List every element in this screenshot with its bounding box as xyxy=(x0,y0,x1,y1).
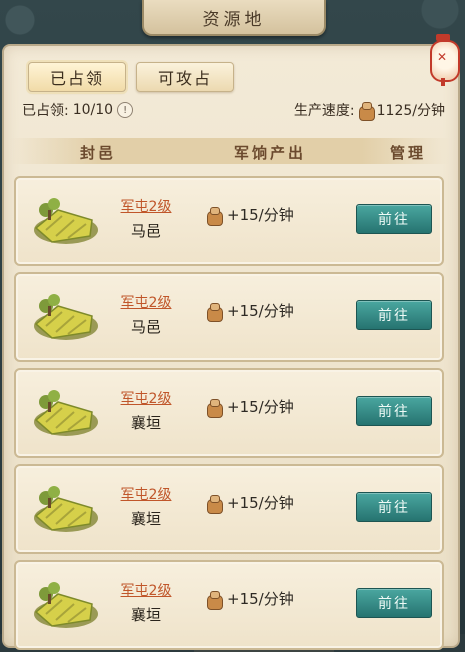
go-button[interactable]: 前往 xyxy=(356,588,432,618)
fief-level[interactable]: 军屯2级 xyxy=(114,292,178,312)
fief-name: 马邑 xyxy=(130,318,161,336)
fief-name: 襄垣 xyxy=(130,414,161,432)
output-value: +15/分钟 xyxy=(227,494,294,512)
table-header xyxy=(10,138,450,164)
speed-value: 1125/分钟 xyxy=(376,103,445,119)
fief-name: 马邑 xyxy=(130,222,161,240)
farmland-terrain-icon xyxy=(34,390,98,436)
coin-sack-icon xyxy=(206,206,223,226)
output-cell: +15/分钟 xyxy=(206,492,294,514)
fief-row: 军屯2级 马邑 +15/分钟 前往 xyxy=(14,272,444,362)
column-header-manage: 管理 xyxy=(390,144,427,162)
fief-level[interactable]: 军屯2级 xyxy=(114,484,178,504)
go-button[interactable]: 前往 xyxy=(356,396,432,426)
speed-label: 生产速度: xyxy=(293,103,355,119)
coin-sack-icon xyxy=(358,101,375,121)
tab-attackable[interactable]: 可攻占 xyxy=(136,62,234,92)
output-value: +15/分钟 xyxy=(227,302,294,320)
coin-sack-icon xyxy=(206,494,223,514)
go-button[interactable]: 前往 xyxy=(356,204,432,234)
fief-name: 襄垣 xyxy=(130,606,161,624)
occupied-label: 已占领: xyxy=(22,103,69,119)
go-button[interactable]: 前往 xyxy=(356,300,432,330)
go-button[interactable]: 前往 xyxy=(356,492,432,522)
occupied-summary: 已占领: 10/10 ! xyxy=(22,100,134,120)
output-cell: +15/分钟 xyxy=(206,396,294,418)
farmland-terrain-icon xyxy=(34,198,98,244)
coin-sack-icon xyxy=(206,302,223,322)
window-title: 资源地 xyxy=(202,9,266,30)
fief-name: 襄垣 xyxy=(130,510,161,528)
tab-occupied[interactable]: 已占领 xyxy=(28,62,126,92)
lantern-icon[interactable]: ✕ xyxy=(428,30,460,86)
farmland-terrain-icon xyxy=(34,294,98,340)
coin-sack-icon xyxy=(206,398,223,418)
production-speed: 生产速度: 1125/分钟 xyxy=(293,100,445,121)
output-value: +15/分钟 xyxy=(227,590,294,608)
fief-level[interactable]: 军屯2级 xyxy=(114,580,178,600)
column-header-output: 军饷产出 xyxy=(234,144,307,162)
info-icon[interactable]: ! xyxy=(117,102,134,118)
farmland-terrain-icon xyxy=(34,486,98,532)
output-cell: +15/分钟 xyxy=(206,588,294,610)
fief-row: 军屯2级 马邑 +15/分钟 前往 xyxy=(14,176,444,266)
column-header-fief: 封邑 xyxy=(80,144,117,162)
output-value: +15/分钟 xyxy=(227,398,294,416)
output-value: +15/分钟 xyxy=(227,206,294,224)
occupied-value: 10/10 xyxy=(72,102,114,118)
fief-level[interactable]: 军屯2级 xyxy=(114,196,178,216)
output-cell: +15/分钟 xyxy=(206,204,294,226)
window-title-tab: 资源地 xyxy=(142,0,326,36)
fief-row: 军屯2级 襄垣 +15/分钟 前往 xyxy=(14,368,444,458)
coin-sack-icon xyxy=(206,590,223,610)
fief-level[interactable]: 军屯2级 xyxy=(114,388,178,408)
fief-row: 军屯2级 襄垣 +15/分钟 前往 xyxy=(14,560,444,650)
output-cell: +15/分钟 xyxy=(206,300,294,322)
fief-row: 军屯2级 襄垣 +15/分钟 前往 xyxy=(14,464,444,554)
farmland-terrain-icon xyxy=(34,582,98,628)
